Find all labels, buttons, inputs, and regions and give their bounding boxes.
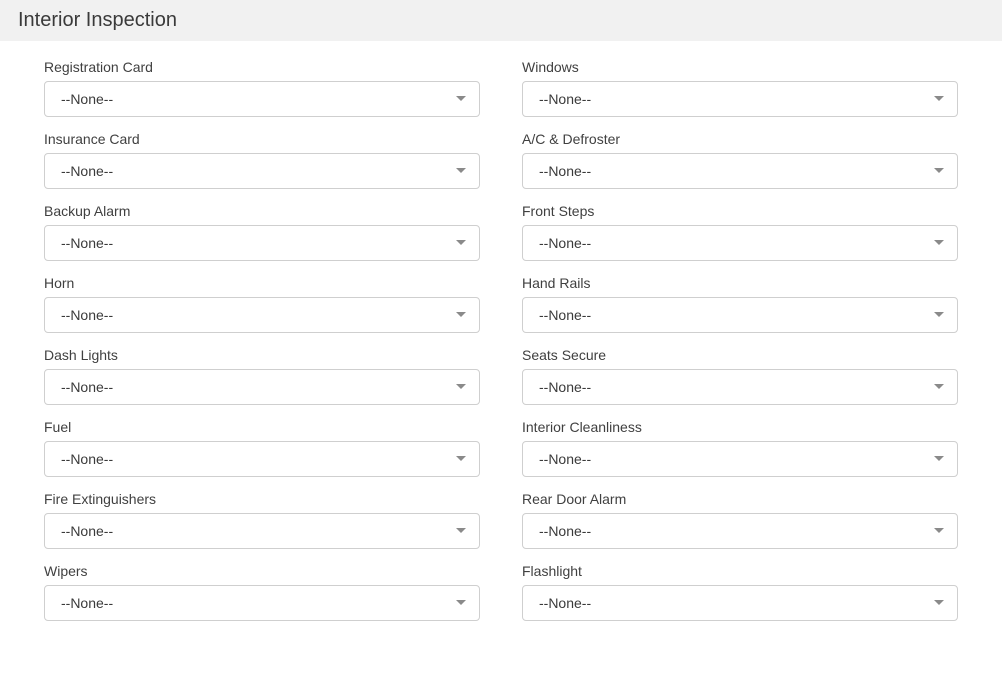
select-value: --None--	[45, 451, 479, 467]
label-hand-rails: Hand Rails	[522, 275, 958, 291]
select-fire-extinguishers[interactable]: --None--	[44, 513, 480, 549]
label-flashlight: Flashlight	[522, 563, 958, 579]
select-fuel[interactable]: --None--	[44, 441, 480, 477]
form-body: Registration Card --None-- Windows --Non…	[0, 41, 1002, 641]
select-value: --None--	[523, 451, 957, 467]
select-front-steps[interactable]: --None--	[522, 225, 958, 261]
select-seats-secure[interactable]: --None--	[522, 369, 958, 405]
select-value: --None--	[45, 307, 479, 323]
select-hand-rails[interactable]: --None--	[522, 297, 958, 333]
select-value: --None--	[45, 235, 479, 251]
label-seats-secure: Seats Secure	[522, 347, 958, 363]
select-horn[interactable]: --None--	[44, 297, 480, 333]
select-backup-alarm[interactable]: --None--	[44, 225, 480, 261]
field-ac-defroster: A/C & Defroster --None--	[522, 131, 958, 189]
field-hand-rails: Hand Rails --None--	[522, 275, 958, 333]
label-insurance-card: Insurance Card	[44, 131, 480, 147]
select-ac-defroster[interactable]: --None--	[522, 153, 958, 189]
field-fire-extinguishers: Fire Extinguishers --None--	[44, 491, 480, 549]
section-title: Interior Inspection	[0, 0, 1002, 41]
field-fuel: Fuel --None--	[44, 419, 480, 477]
select-value: --None--	[523, 307, 957, 323]
select-registration-card[interactable]: --None--	[44, 81, 480, 117]
label-fuel: Fuel	[44, 419, 480, 435]
field-dash-lights: Dash Lights --None--	[44, 347, 480, 405]
select-windows[interactable]: --None--	[522, 81, 958, 117]
field-insurance-card: Insurance Card --None--	[44, 131, 480, 189]
label-front-steps: Front Steps	[522, 203, 958, 219]
label-ac-defroster: A/C & Defroster	[522, 131, 958, 147]
select-wipers[interactable]: --None--	[44, 585, 480, 621]
field-registration-card: Registration Card --None--	[44, 59, 480, 117]
select-value: --None--	[523, 163, 957, 179]
select-value: --None--	[523, 235, 957, 251]
label-wipers: Wipers	[44, 563, 480, 579]
select-value: --None--	[523, 379, 957, 395]
select-value: --None--	[523, 91, 957, 107]
select-dash-lights[interactable]: --None--	[44, 369, 480, 405]
select-value: --None--	[45, 163, 479, 179]
select-flashlight[interactable]: --None--	[522, 585, 958, 621]
label-fire-extinguishers: Fire Extinguishers	[44, 491, 480, 507]
label-interior-cleanliness: Interior Cleanliness	[522, 419, 958, 435]
select-value: --None--	[45, 595, 479, 611]
select-value: --None--	[45, 523, 479, 539]
label-windows: Windows	[522, 59, 958, 75]
label-dash-lights: Dash Lights	[44, 347, 480, 363]
field-backup-alarm: Backup Alarm --None--	[44, 203, 480, 261]
form-grid: Registration Card --None-- Windows --Non…	[44, 59, 958, 635]
label-registration-card: Registration Card	[44, 59, 480, 75]
label-backup-alarm: Backup Alarm	[44, 203, 480, 219]
field-seats-secure: Seats Secure --None--	[522, 347, 958, 405]
select-interior-cleanliness[interactable]: --None--	[522, 441, 958, 477]
select-value: --None--	[523, 523, 957, 539]
select-value: --None--	[523, 595, 957, 611]
select-value: --None--	[45, 91, 479, 107]
field-rear-door-alarm: Rear Door Alarm --None--	[522, 491, 958, 549]
label-rear-door-alarm: Rear Door Alarm	[522, 491, 958, 507]
field-windows: Windows --None--	[522, 59, 958, 117]
field-wipers: Wipers --None--	[44, 563, 480, 621]
select-insurance-card[interactable]: --None--	[44, 153, 480, 189]
field-horn: Horn --None--	[44, 275, 480, 333]
field-interior-cleanliness: Interior Cleanliness --None--	[522, 419, 958, 477]
field-front-steps: Front Steps --None--	[522, 203, 958, 261]
select-rear-door-alarm[interactable]: --None--	[522, 513, 958, 549]
field-flashlight: Flashlight --None--	[522, 563, 958, 621]
label-horn: Horn	[44, 275, 480, 291]
select-value: --None--	[45, 379, 479, 395]
